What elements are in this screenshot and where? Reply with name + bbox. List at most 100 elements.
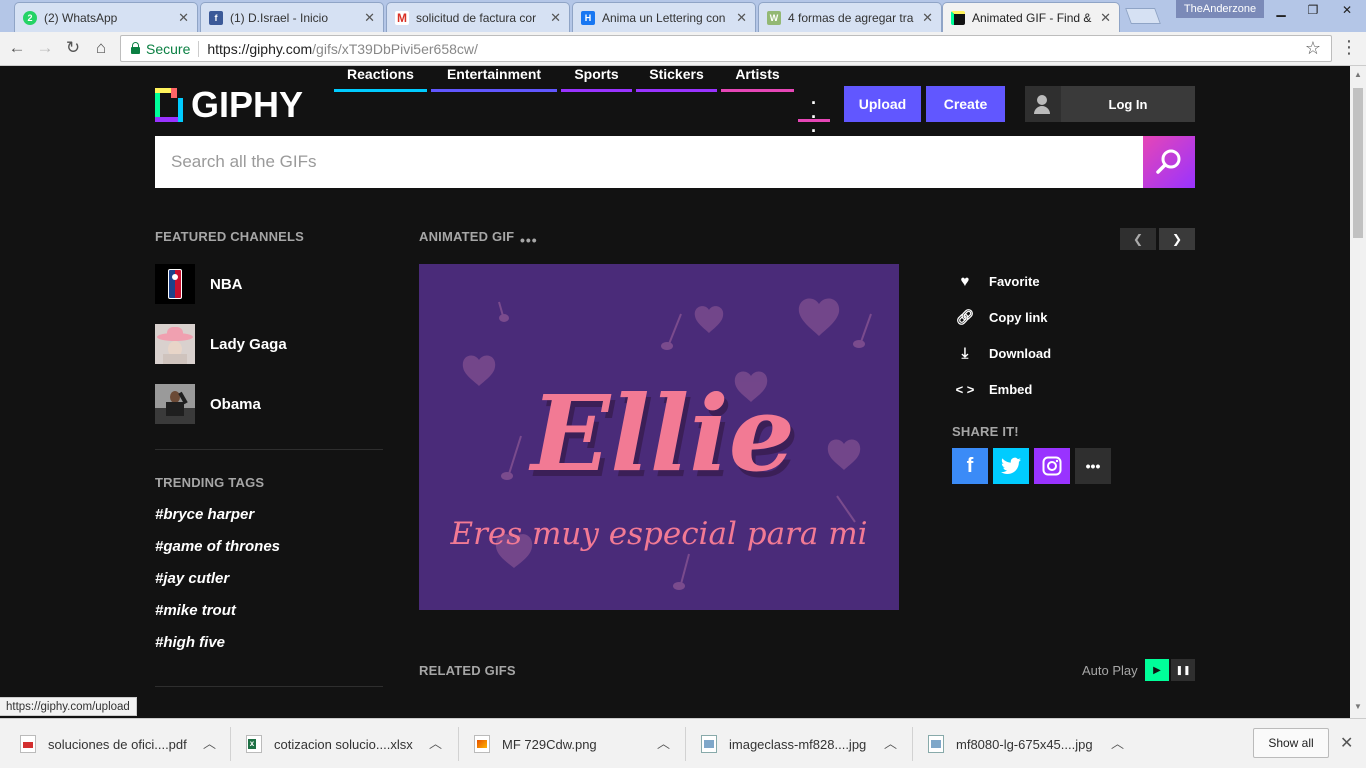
tab-facebook[interactable]: f (1) D.Israel - Inicio ✕ [200,2,384,32]
channel-name: NBA [210,275,243,293]
download-item[interactable]: imageclass-mf828....jpg ︿ [701,729,897,759]
trending-tag[interactable]: #jay cutler [155,570,229,587]
gif-artwork: Ellie Ellie Eres muy especial para mi [449,298,872,590]
nav-more-icon[interactable]: · · · [798,94,830,140]
autoplay-play-button[interactable]: ▶ [1145,659,1169,681]
tab-whatsapp[interactable]: 2 (2) WhatsApp ✕ [14,2,198,32]
share-more-button[interactable]: ••• [1075,448,1111,484]
nba-logo [155,264,195,304]
favorite-button[interactable]: ♥ Favorite [955,271,1040,291]
chevron-up-icon[interactable]: ︿ [884,733,897,752]
chevron-up-icon[interactable]: ︿ [203,733,216,752]
nav-artists[interactable]: Artists [721,66,794,92]
tab-giphy[interactable]: Animated GIF - Find & ✕ [942,2,1120,33]
scrollbar-thumb[interactable] [1353,88,1363,238]
download-filename: soluciones de ofici....pdf [48,736,187,752]
close-icon[interactable]: ✕ [364,10,375,26]
download-item[interactable]: mf8080-lg-675x45....jpg ︿ [928,729,1124,759]
autoplay-pause-button[interactable]: ❚❚ [1171,659,1195,681]
share-instagram-button[interactable] [1034,448,1070,484]
previous-gif-button[interactable]: ❮ [1120,228,1156,250]
close-icon[interactable]: ✕ [922,10,933,26]
channel-obama[interactable]: Obama [155,384,385,424]
twitter-icon [1001,457,1021,474]
heart-icon: ♥ [960,272,970,290]
show-all-downloads-button[interactable]: Show all [1253,728,1329,758]
close-icon[interactable]: ✕ [178,10,189,26]
nav-label: Stickers [649,66,704,82]
upload-button[interactable]: Upload [844,86,921,122]
reload-icon[interactable]: ↻ [62,37,84,59]
related-gifs-title: RELATED GIFS [419,663,516,678]
nav-entertainment[interactable]: Entertainment [431,66,557,92]
forward-arrow-icon[interactable]: → [34,37,56,59]
status-bubble: https://giphy.com/upload [0,697,137,716]
trending-tag[interactable]: #bryce harper [155,506,254,523]
link-icon: 🔗︎ [955,309,975,326]
downloads-bar: soluciones de ofici....pdf ︿ x cotizacio… [0,718,1366,768]
address-bar[interactable]: Secure https://giphy.com/gifs/xT39DbPivi… [120,35,1332,62]
tab-gmail[interactable]: M solicitud de factura cor ✕ [386,2,570,32]
login-button[interactable]: Log In [1025,86,1195,122]
window-close-icon[interactable]: ✕ [1328,0,1366,20]
gif-image[interactable]: Ellie Ellie Eres muy especial para mi [419,264,899,610]
action-label: Download [989,345,1052,361]
featured-channels-title: FEATURED CHANNELS [155,229,305,244]
back-arrow-icon[interactable]: ← [6,37,28,59]
nav-sports[interactable]: Sports [561,66,632,92]
close-icon[interactable]: ✕ [1100,10,1111,26]
nav-reactions[interactable]: Reactions [334,66,427,92]
search-input[interactable] [155,136,1143,188]
copy-link-button[interactable]: 🔗︎ Copy link [955,307,1047,327]
tab-lettering[interactable]: H Anima un Lettering con ✕ [572,2,756,32]
scroll-down-icon[interactable]: ▼ [1354,702,1362,711]
download-item[interactable]: x cotizacion solucio....xlsx ︿ [246,729,442,759]
browser-menu-icon[interactable]: ⋮ [1340,37,1358,58]
download-item[interactable]: soluciones de ofici....pdf ︿ [20,729,216,759]
page-scrollbar[interactable]: ▲ ▼ [1350,66,1366,718]
nav-stickers[interactable]: Stickers [636,66,717,92]
new-tab-button[interactable] [1125,8,1161,24]
bookmark-star-icon[interactable]: ☆ [1305,38,1321,59]
trending-tag[interactable]: #high five [155,634,225,651]
share-twitter-button[interactable] [993,448,1029,484]
share-facebook-button[interactable]: f [952,448,988,484]
search-button[interactable] [1143,136,1195,188]
giphy-page: GIPHY Reactions Entertainment Sports Sti… [0,66,1350,696]
trending-tags-title: TRENDING TAGS [155,475,265,490]
trending-tag[interactable]: #game of thrones [155,538,280,555]
close-icon[interactable]: ✕ [550,10,561,26]
restore-icon[interactable]: ❐ [1296,0,1330,20]
chevron-up-icon[interactable]: ︿ [657,733,670,752]
lady-gaga-avatar [155,324,195,364]
tab-title: 4 formas de agregar tra [788,10,914,25]
create-button[interactable]: Create [926,86,1005,122]
download-item[interactable]: MF 729Cdw.png ︿ [474,729,670,759]
home-icon[interactable]: ⌂ [90,37,112,59]
divider [198,40,200,57]
tab-wikihow[interactable]: W 4 formas de agregar tra ✕ [758,2,942,32]
embed-button[interactable]: < > Embed [955,379,1033,399]
giphy-logo[interactable]: GIPHY [155,84,303,125]
image-file-icon [928,735,944,753]
profile-badge[interactable]: TheAnderzone [1176,0,1264,18]
chevron-up-icon[interactable]: ︿ [429,733,442,752]
search-icon [1156,149,1181,174]
download-filename: cotizacion solucio....xlsx [274,736,413,752]
minimize-icon[interactable]: ▁ [1264,0,1298,20]
gif-options-icon[interactable]: ••• [520,232,538,248]
chevron-up-icon[interactable]: ︿ [1111,733,1124,752]
channel-nba[interactable]: NBA [155,264,385,304]
facebook-icon: f [209,10,223,25]
channel-name: Lady Gaga [210,335,287,353]
channel-lady-gaga[interactable]: Lady Gaga [155,324,385,364]
trending-tag[interactable]: #mike trout [155,602,236,619]
close-downloads-icon[interactable]: ✕ [1340,733,1353,753]
more-dots-icon: ••• [1085,458,1101,474]
gmail-icon: M [395,10,409,25]
scroll-up-icon[interactable]: ▲ [1354,70,1362,79]
next-gif-button[interactable]: ❯ [1159,228,1195,250]
close-icon[interactable]: ✕ [736,10,747,26]
download-button[interactable]: ⤓ Download [955,343,1051,363]
nav-label: Sports [574,66,619,82]
